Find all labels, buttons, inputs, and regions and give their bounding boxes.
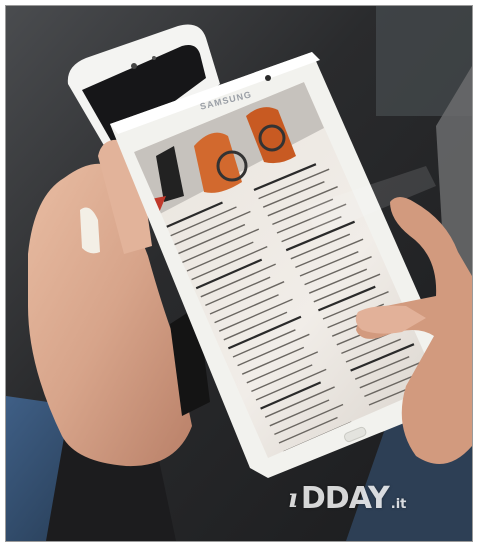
watermark-tld: .it (390, 497, 407, 512)
photo-scene (6, 6, 472, 541)
antenna-i-icon: ı (288, 484, 298, 514)
photo-frame: SAMSUNG ı DDAY .it (5, 5, 473, 542)
site-watermark: ı DDAY .it (288, 474, 407, 516)
watermark-site-name: DDAY (300, 481, 390, 516)
